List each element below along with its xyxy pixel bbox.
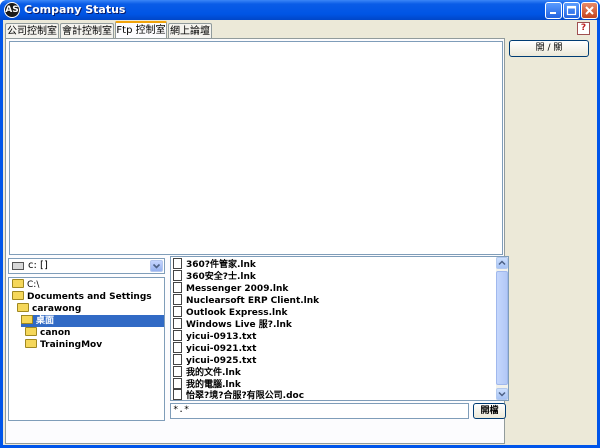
file-name: Outlook Express.lnk <box>186 308 288 318</box>
minimize-button[interactable] <box>545 2 562 19</box>
close-button[interactable] <box>581 2 598 19</box>
file-name: yicui-0925.txt <box>186 356 257 366</box>
file-name: Windows Live 服?.lnk <box>186 320 292 330</box>
maximize-icon <box>566 5 577 16</box>
list-item[interactable]: 360安全?士.lnk <box>173 270 256 282</box>
close-icon <box>585 6 594 15</box>
tree-item-label: Documents and Settings <box>27 292 152 302</box>
client-area: 公司控制室 會計控制室 Ftp 控制室 網上論壇 ? c: [] C:\ Doc… <box>3 20 597 448</box>
file-list[interactable]: 360?件管家.lnk 360安全?士.lnk Messenger 2009.l… <box>170 256 509 401</box>
file-name: Messenger 2009.lnk <box>186 284 289 294</box>
minimize-icon <box>550 12 556 14</box>
open-file-button[interactable]: 開檔 <box>473 403 506 419</box>
window-title: Company Status <box>24 3 126 16</box>
folder-open-icon <box>17 303 29 312</box>
file-icon <box>173 378 182 389</box>
file-icon <box>173 342 182 353</box>
folder-open-icon <box>12 291 24 300</box>
file-icon <box>173 318 182 329</box>
file-name: yicui-0913.txt <box>186 332 257 342</box>
list-item[interactable]: Windows Live 服?.lnk <box>173 318 292 330</box>
title-bar[interactable]: AS Company Status <box>0 0 600 20</box>
file-icon <box>173 306 182 317</box>
log-text-area[interactable] <box>9 41 503 255</box>
list-item[interactable]: 怡翠?境?合服?有限公司.doc <box>173 389 304 401</box>
tree-item[interactable]: carawong <box>17 303 81 315</box>
chevron-up-icon <box>498 260 506 266</box>
file-icon <box>173 330 182 341</box>
tree-item-label: carawong <box>32 304 82 314</box>
help-icon[interactable]: ? <box>577 22 590 35</box>
file-name: Nuclearsoft ERP Client.lnk <box>186 296 320 306</box>
file-name: 我的文件.lnk <box>186 368 241 378</box>
file-icon <box>173 270 182 281</box>
file-list-scrollbar[interactable] <box>496 257 508 400</box>
tree-item[interactable]: Documents and Settings <box>12 291 152 303</box>
app-icon: AS <box>4 2 20 18</box>
file-icon <box>173 366 182 377</box>
file-icon <box>173 258 182 269</box>
list-item[interactable]: yicui-0925.txt <box>173 354 256 366</box>
drive-icon <box>12 262 24 270</box>
tree-item-selected[interactable]: 桌面 <box>21 315 164 327</box>
tree-item-label: C:\ <box>27 280 40 290</box>
tree-item-label: TrainingMov <box>40 340 103 350</box>
ftp-panel: c: [] C:\ Documents and Settings carawon… <box>5 38 509 444</box>
file-icon <box>173 294 182 305</box>
file-icon <box>173 354 182 365</box>
scroll-up-button[interactable] <box>496 257 508 269</box>
file-name: 360安全?士.lnk <box>186 272 256 282</box>
list-item[interactable]: Messenger 2009.lnk <box>173 282 288 294</box>
scroll-thumb[interactable] <box>496 271 508 385</box>
dropdown-arrow-button[interactable] <box>150 260 163 272</box>
drive-select[interactable]: c: [] <box>8 258 165 274</box>
file-icon <box>173 282 182 293</box>
toggle-button[interactable]: 開 / 關 <box>509 40 589 57</box>
list-item[interactable]: Outlook Express.lnk <box>173 306 287 318</box>
tree-item-label: canon <box>40 328 71 338</box>
list-item[interactable]: yicui-0913.txt <box>173 330 256 342</box>
file-filter-input[interactable]: *.* <box>170 403 469 419</box>
folder-open-icon <box>12 279 24 288</box>
chevron-down-icon <box>152 263 161 269</box>
file-name: 怡翠?境?合服?有限公司.doc <box>186 391 305 401</box>
file-icon <box>173 389 182 400</box>
tree-item[interactable]: C:\ <box>12 279 39 291</box>
list-item[interactable]: 我的文件.lnk <box>173 366 241 378</box>
tree-item[interactable]: TrainingMov <box>25 339 102 351</box>
list-item[interactable]: Nuclearsoft ERP Client.lnk <box>173 294 319 306</box>
folder-icon <box>25 339 37 348</box>
folder-icon <box>25 327 37 336</box>
directory-tree[interactable]: C:\ Documents and Settings carawong 桌面 c… <box>8 277 165 421</box>
maximize-button[interactable] <box>563 2 580 19</box>
tree-item-label: 桌面 <box>36 316 55 326</box>
file-name: 360?件管家.lnk <box>186 260 256 270</box>
scroll-down-button[interactable] <box>496 388 508 400</box>
drive-value: c: [] <box>28 260 48 271</box>
tree-item[interactable]: canon <box>25 327 70 339</box>
chevron-down-icon <box>498 391 506 397</box>
list-item[interactable]: yicui-0921.txt <box>173 342 256 354</box>
folder-open-icon <box>21 315 33 324</box>
file-name: yicui-0921.txt <box>186 344 257 354</box>
app-window: AS Company Status 公司控制室 會計控制室 Ftp 控制室 網上… <box>0 0 600 448</box>
list-item[interactable]: 360?件管家.lnk <box>173 258 256 270</box>
